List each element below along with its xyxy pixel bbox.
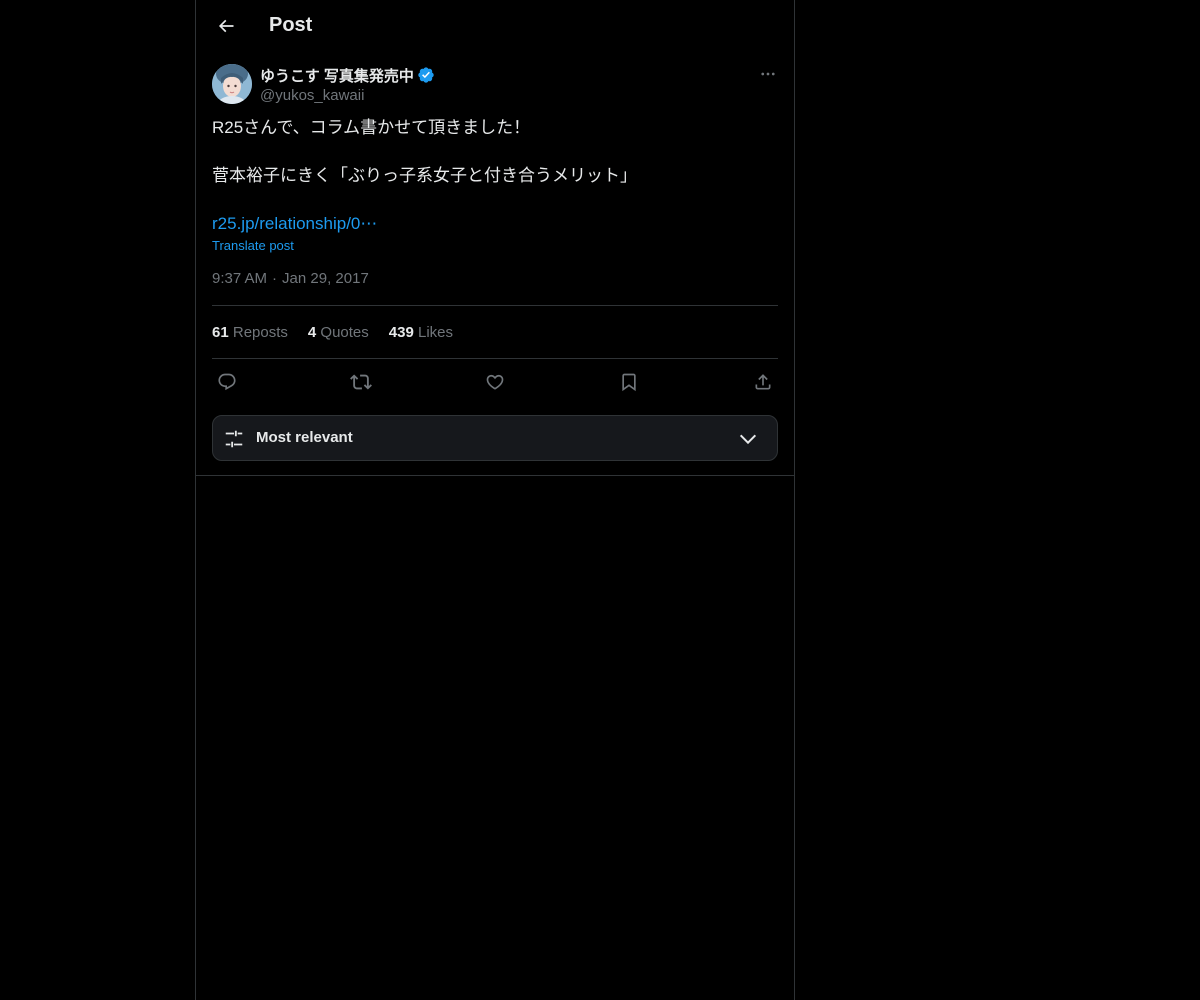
page-title: Post xyxy=(269,14,313,36)
post: ゆうこす 写真集発売中 @yukos_kawaii R25さんで、コラム書かせて… xyxy=(212,64,778,461)
post-text-line: R25さんで、コラム書かせて頂きました！ xyxy=(212,118,531,137)
arrow-left-icon xyxy=(218,19,234,33)
likes-label: Likes xyxy=(417,323,454,341)
post-text-line xyxy=(212,188,778,212)
post-header: Post xyxy=(196,0,794,53)
avatar[interactable] xyxy=(212,64,252,104)
back-button[interactable] xyxy=(208,8,244,44)
author-handle[interactable]: @yukos_kawaii xyxy=(260,86,435,106)
like-icon xyxy=(486,374,504,390)
reposts-label: Reposts xyxy=(232,323,288,341)
author-display-name[interactable]: ゆうこす 写真集発売中 xyxy=(260,64,435,86)
sort-label: Most relevant xyxy=(256,429,353,446)
post-date[interactable]: Jan 29, 2017 xyxy=(282,270,369,287)
post-actions xyxy=(212,359,778,405)
quotes-count: 4 xyxy=(307,323,317,341)
post-time[interactable]: 9:37 AM xyxy=(212,270,267,287)
post-text: R25さんで、コラム書かせて頂きました！ 菅本裕子にきく「ぶりっ子系女子と付き合… xyxy=(212,116,778,236)
likes-count: 439 xyxy=(388,323,414,341)
repost-button[interactable] xyxy=(350,371,372,393)
share-icon xyxy=(755,374,771,390)
post-timestamp: 9:37 AM · Jan 29, 2017 xyxy=(212,269,778,289)
section-divider xyxy=(196,475,794,476)
translate-post-link[interactable]: Translate post xyxy=(212,238,778,253)
post-link[interactable]: r25.jp/relationship/0⋯ xyxy=(212,214,377,233)
sort-replies-dropdown[interactable]: Most relevant xyxy=(212,415,778,461)
author-name-block: ゆうこす 写真集発売中 @yukos_kawaii xyxy=(260,64,435,106)
more-options-button[interactable] xyxy=(758,64,778,84)
quotes-stat[interactable]: 4 Quotes xyxy=(308,324,369,341)
author-display-name-text: ゆうこす 写真集発売中 xyxy=(260,67,414,85)
likes-stat[interactable]: 439 Likes xyxy=(389,324,453,341)
more-dots-icon xyxy=(761,72,775,76)
post-column: Post ゆうこす 写真集発売中 @yukos_kawaii R25さんで、コラ… xyxy=(195,0,795,1000)
post-text-line xyxy=(212,140,778,164)
bookmark-icon xyxy=(622,373,636,392)
bookmark-button[interactable] xyxy=(618,371,640,393)
reply-icon xyxy=(218,373,236,391)
quotes-label: Quotes xyxy=(320,323,369,341)
chevron-down-icon xyxy=(739,434,757,445)
author-row: ゆうこす 写真集発売中 @yukos_kawaii xyxy=(212,64,778,106)
verified-badge-icon[interactable] xyxy=(417,66,435,84)
meta-separator: · xyxy=(272,270,278,287)
sliders-icon xyxy=(225,430,243,448)
reply-button[interactable] xyxy=(216,371,238,393)
share-button[interactable] xyxy=(752,371,774,393)
reposts-stat[interactable]: 61 Reposts xyxy=(212,324,288,341)
like-button[interactable] xyxy=(484,371,506,393)
avatar-image xyxy=(212,64,252,104)
reposts-count: 61 xyxy=(212,323,229,341)
post-text-line: 菅本裕子にきく「ぶりっ子系女子と付き合うメリット」 xyxy=(212,166,637,185)
post-stats: 61 Reposts 4 Quotes 439 Likes xyxy=(212,306,778,358)
repost-icon xyxy=(350,374,372,390)
